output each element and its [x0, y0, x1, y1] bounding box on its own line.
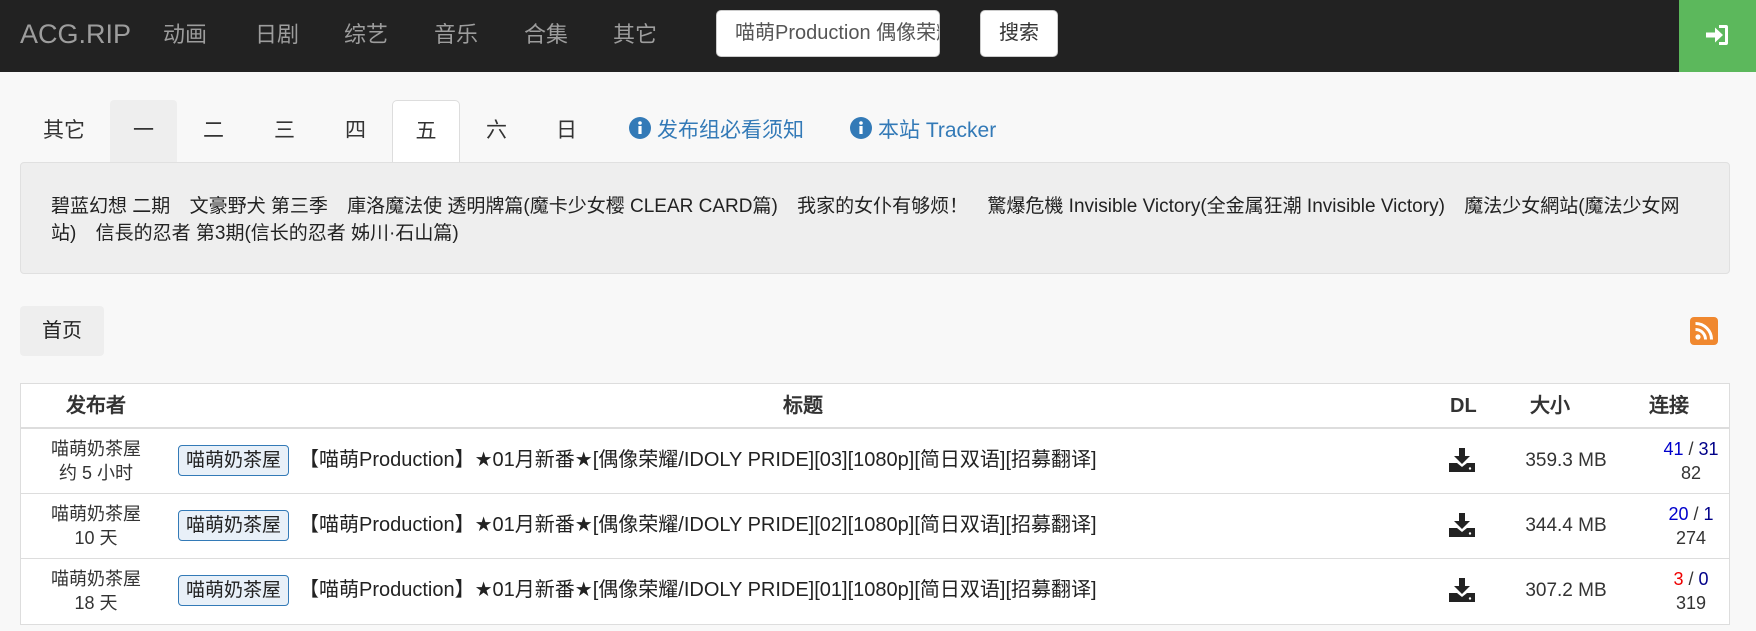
- schedule-show[interactable]: 庫洛魔法使 透明牌篇(魔卡少女樱 CLEAR CARD篇): [347, 196, 778, 217]
- header-connections: 连接: [1649, 395, 1689, 417]
- leechers-count: 0: [1698, 569, 1709, 589]
- nav-item-collection[interactable]: 合集: [524, 0, 568, 72]
- publisher-cell: 喵萌奶茶屋 10 天: [21, 502, 171, 550]
- publish-time: 10 天: [74, 528, 118, 548]
- nav-item-anime[interactable]: 动画: [163, 0, 207, 72]
- header-dl: DL: [1450, 395, 1477, 417]
- schedule-show[interactable]: 文豪野犬 第三季: [190, 196, 328, 217]
- publish-time: 18 天: [74, 593, 118, 613]
- rss-icon[interactable]: [1690, 317, 1718, 345]
- rss-glyph: [1695, 322, 1713, 340]
- file-size: 344.4 MB: [1525, 515, 1607, 536]
- schedule-show[interactable]: 信長的忍者 第3期(信长的忍者 姊川·石山篇): [96, 223, 459, 244]
- search-button[interactable]: 搜索: [980, 10, 1058, 57]
- completed-count: 82: [1680, 463, 1702, 483]
- connection-stats: 3 / 0 319: [1621, 567, 1756, 615]
- torrent-title[interactable]: 【喵萌Production】★01月新番★[偶像荣耀/IDOLY PRIDE][…: [299, 510, 1097, 541]
- header-publisher: 发布者: [66, 395, 126, 417]
- file-size: 307.2 MB: [1525, 580, 1607, 601]
- completed-count: 319: [1675, 593, 1707, 613]
- nav-item-music[interactable]: 音乐: [434, 0, 478, 72]
- publish-time: 约 5 小时: [58, 463, 133, 483]
- publisher-name[interactable]: 喵萌奶茶屋: [21, 502, 171, 526]
- site-logo[interactable]: ACG.RIP: [20, 0, 131, 72]
- table-header: 发布者 标题 DL 大小 连接: [21, 384, 1729, 429]
- tab-wednesday[interactable]: 三: [251, 100, 318, 162]
- seeders-count: 20: [1668, 504, 1689, 524]
- top-navbar: ACG.RIP 动画 日剧 综艺 音乐 合集 其它 喵萌Production 偶…: [0, 0, 1756, 72]
- publisher-name[interactable]: 喵萌奶茶屋: [21, 567, 171, 591]
- publisher-cell: 喵萌奶茶屋 约 5 小时: [21, 437, 171, 485]
- tab-thursday[interactable]: 四: [322, 100, 389, 162]
- tracker-link[interactable]: 本站 Tracker: [850, 100, 996, 162]
- connection-stats: 20 / 1 274: [1621, 502, 1756, 550]
- publisher-guide-link[interactable]: 发布组必看须知: [629, 100, 804, 162]
- tab-monday[interactable]: 一: [110, 100, 177, 162]
- search-input[interactable]: 喵萌Production 偶像荣耀: [716, 10, 940, 57]
- team-label[interactable]: 喵萌奶茶屋: [178, 445, 290, 476]
- schedule-show[interactable]: 我家的女仆有够烦！: [797, 196, 968, 217]
- torrent-title[interactable]: 【喵萌Production】★01月新番★[偶像荣耀/IDOLY PRIDE][…: [299, 445, 1097, 476]
- publisher-guide-label: 发布组必看须知: [657, 119, 804, 142]
- nav-item-other[interactable]: 其它: [613, 0, 657, 72]
- tab-tuesday[interactable]: 二: [180, 100, 247, 162]
- download-icon[interactable]: [1449, 513, 1475, 537]
- sign-in-icon: [1706, 25, 1728, 45]
- completed-count: 274: [1675, 528, 1707, 548]
- breadcrumb-home[interactable]: 首页: [20, 306, 104, 356]
- tab-other[interactable]: 其它: [30, 100, 98, 162]
- leechers-count: 1: [1703, 504, 1714, 524]
- seeders-count: 41: [1663, 439, 1684, 459]
- publisher-cell: 喵萌奶茶屋 18 天: [21, 567, 171, 615]
- tracker-label: 本站 Tracker: [878, 119, 997, 142]
- team-label[interactable]: 喵萌奶茶屋: [178, 575, 290, 606]
- download-icon[interactable]: [1449, 578, 1475, 602]
- schedule-show[interactable]: 驚爆危機 Invisible Victory(全金属狂潮 Invisible V…: [987, 196, 1445, 217]
- tab-saturday[interactable]: 六: [463, 100, 530, 162]
- table-row: 喵萌奶茶屋 约 5 小时 喵萌奶茶屋 【喵萌Production】★01月新番★…: [21, 429, 1729, 494]
- connection-stats: 41 / 31 82: [1621, 437, 1756, 485]
- login-button[interactable]: [1679, 0, 1756, 72]
- header-size: 大小: [1530, 395, 1570, 417]
- header-title: 标题: [783, 395, 823, 417]
- table-row: 喵萌奶茶屋 10 天 喵萌奶茶屋 【喵萌Production】★01月新番★[偶…: [21, 494, 1729, 559]
- seeders-count: 3: [1673, 569, 1684, 589]
- table-row: 喵萌奶茶屋 18 天 喵萌奶茶屋 【喵萌Production】★01月新番★[偶…: [21, 559, 1729, 624]
- torrent-table: 发布者 标题 DL 大小 连接 喵萌奶茶屋 约 5 小时 喵萌奶茶屋 【喵萌Pr…: [20, 383, 1730, 625]
- publisher-name[interactable]: 喵萌奶茶屋: [21, 437, 171, 461]
- schedule-panel: 碧蓝幻想 二期 文豪野犬 第三季 庫洛魔法使 透明牌篇(魔卡少女樱 CLEAR …: [20, 162, 1730, 274]
- nav-item-variety[interactable]: 综艺: [344, 0, 388, 72]
- nav-item-drama[interactable]: 日剧: [255, 0, 299, 72]
- team-label[interactable]: 喵萌奶茶屋: [178, 510, 290, 541]
- torrent-title[interactable]: 【喵萌Production】★01月新番★[偶像荣耀/IDOLY PRIDE][…: [299, 575, 1097, 606]
- schedule-show[interactable]: 碧蓝幻想 二期: [51, 196, 170, 217]
- file-size: 359.3 MB: [1525, 450, 1607, 471]
- info-circle-icon: [629, 117, 651, 139]
- leechers-count: 31: [1698, 439, 1719, 459]
- tab-friday[interactable]: 五: [392, 100, 460, 162]
- download-icon[interactable]: [1449, 448, 1475, 472]
- info-circle-icon: [850, 117, 872, 139]
- tab-sunday[interactable]: 日: [533, 100, 600, 162]
